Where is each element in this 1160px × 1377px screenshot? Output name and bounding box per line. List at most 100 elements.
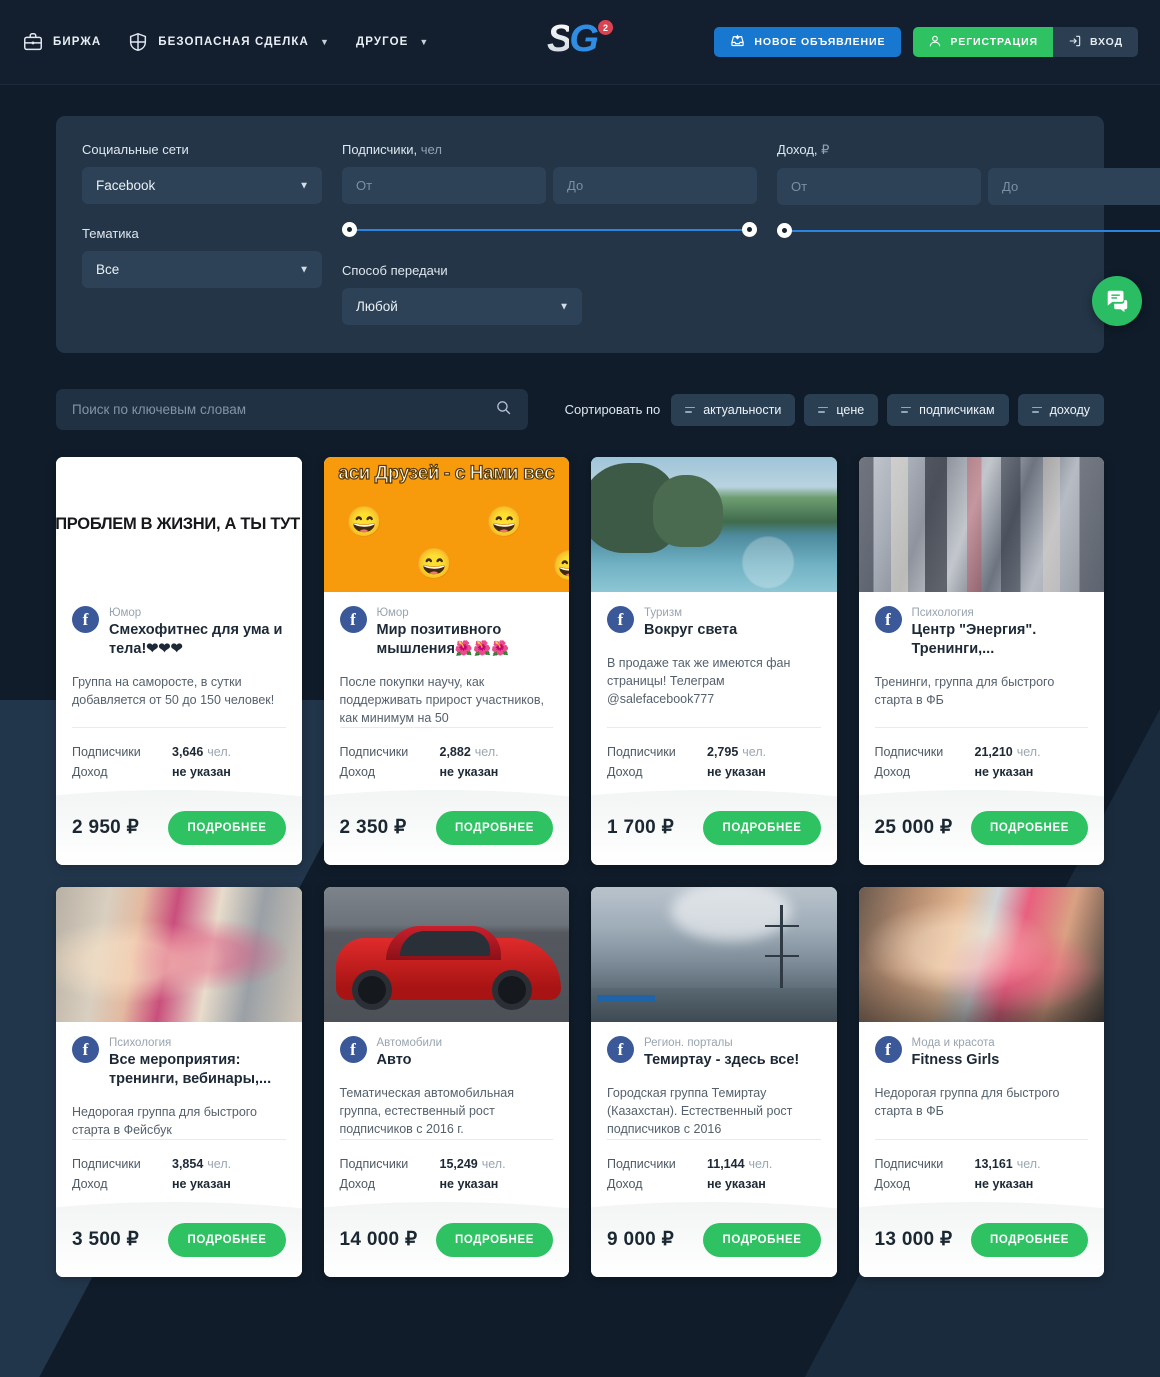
filter-subscribers-unit: чел xyxy=(420,142,442,157)
listing-card[interactable]: f Психология Все мероприятия: тренинги, … xyxy=(56,887,302,1277)
filter-income-label: Доход, ₽ xyxy=(777,142,1160,158)
listing-title[interactable]: Fitness Girls xyxy=(912,1051,1000,1070)
income-stat-value: не указан xyxy=(439,765,499,779)
listing-card[interactable]: f Автомобили Авто Тематическая автомобил… xyxy=(323,887,569,1277)
listing-title[interactable]: Центр "Энергия". Тренинги,... xyxy=(912,621,1089,659)
nav-item-exchange[interactable]: БИРЖА xyxy=(22,31,101,53)
subscribers-stat-key: Подписчики xyxy=(874,745,944,759)
income-stat-key: Доход xyxy=(607,1177,643,1191)
subscribers-stat-unit: чел. xyxy=(474,745,499,759)
search-input[interactable] xyxy=(72,402,495,417)
transfer-method-select[interactable]: Любой ▼ xyxy=(342,288,582,325)
filter-income-unit: ₽ xyxy=(821,142,830,157)
subscribers-stat-key: Подписчики xyxy=(72,745,141,759)
listing-image: аси Друзей - с Нами вес 😄 😄 😄 😄 xyxy=(323,457,569,592)
listing-card[interactable]: f Туризм Вокруг света В продаже так же и… xyxy=(591,457,837,865)
listing-card[interactable]: У ТЕБЯ СТОЛЬКО ПРОБЛЕМ В ЖИЗНИ, А ТЫ ТУТ… xyxy=(56,457,302,865)
sort-by-income-button[interactable]: доходу xyxy=(1017,393,1104,426)
income-stat: Доход не указан xyxy=(340,762,554,782)
income-stat-key: Доход xyxy=(874,765,911,779)
new-listing-button[interactable]: НОВОЕ ОБЪЯВЛЕНИЕ xyxy=(714,27,902,57)
social-network-select[interactable]: Facebook ▼ xyxy=(82,167,322,204)
auth-buttons: РЕГИСТРАЦИЯ ВХОД xyxy=(913,27,1138,57)
subscribers-to-input[interactable] xyxy=(553,167,757,204)
subscribers-stat-unit: чел. xyxy=(1016,745,1041,759)
facebook-icon: f xyxy=(339,606,367,633)
sort-label: Сортировать по xyxy=(564,402,661,417)
subscribers-stat-value: 13,161 xyxy=(974,1157,1013,1171)
listing-title[interactable]: Смехофитнес для ума и тела!❤❤❤ xyxy=(109,621,286,659)
smiley-icon: 😄 xyxy=(485,506,523,539)
slider-knob-min[interactable] xyxy=(342,222,357,237)
listing-title[interactable]: Вокруг света xyxy=(644,621,737,640)
listing-details-button[interactable]: ПОДРОБНЕЕ xyxy=(703,1222,821,1257)
subscribers-stat-value: 11,144 xyxy=(707,1157,745,1171)
sort-by-price-button[interactable]: цене xyxy=(804,393,879,426)
subscribers-stat: Подписчики 2,795 чел. xyxy=(607,742,821,762)
listing-details-button[interactable]: ПОДРОБНЕЕ xyxy=(970,810,1088,845)
listing-details-button[interactable]: ПОДРОБНЕЕ xyxy=(970,1222,1088,1257)
slider-knob-max[interactable] xyxy=(742,222,757,237)
search-box[interactable] xyxy=(56,389,528,430)
sort-by-subscribers-button[interactable]: подписчикам xyxy=(887,393,1009,426)
subscribers-stat-value: 21,210 xyxy=(974,745,1013,759)
listing-details-button[interactable]: ПОДРОБНЕЕ xyxy=(168,1222,286,1257)
listing-title[interactable]: Все мероприятия: тренинги, вебинары,... xyxy=(109,1051,286,1089)
subscribers-stat-value: 15,249 xyxy=(439,1157,478,1171)
nav-item-safe-deal[interactable]: БЕЗОПАСНАЯ СДЕЛКА ▼ xyxy=(127,31,330,53)
listing-card[interactable]: f Мода и красота Fitness Girls Недорогая… xyxy=(858,887,1104,1277)
listing-price: 9 000 ₽ xyxy=(607,1229,675,1250)
income-range-slider[interactable] xyxy=(777,221,1160,241)
user-icon xyxy=(928,34,942,51)
transfer-method-value: Любой xyxy=(356,299,398,314)
listing-card[interactable]: f Регион. порталы Темиртау - здесь все! … xyxy=(591,887,837,1277)
listing-card[interactable]: f Психология Центр "Энергия". Тренинги,.… xyxy=(858,457,1104,865)
chat-support-button[interactable] xyxy=(1092,276,1142,326)
listing-details-button[interactable]: ПОДРОБНЕЕ xyxy=(435,810,553,845)
listing-details-button[interactable]: ПОДРОБНЕЕ xyxy=(703,810,821,845)
sort-bars-icon xyxy=(818,406,829,413)
listing-category: Регион. порталы xyxy=(644,1037,733,1049)
nav-item-other[interactable]: ДРУГОЕ ▼ xyxy=(356,36,429,48)
listing-header: f Регион. порталы Темиртау - здесь все! xyxy=(607,1036,821,1070)
income-stat: Доход не указан xyxy=(875,1174,1089,1194)
listing-footer: 1 700 ₽ ПОДРОБНЕЕ xyxy=(591,790,837,865)
filter-income-label-text: Доход, xyxy=(777,142,818,157)
listing-footer: 13 000 ₽ ПОДРОБНЕЕ xyxy=(858,1202,1104,1277)
subscribers-from-input[interactable] xyxy=(342,167,546,204)
chevron-down-icon: ▼ xyxy=(319,37,330,47)
listing-image-text: У ТЕБЯ СТОЛЬКО ПРОБЛЕМ В ЖИЗНИ, А ТЫ ТУТ… xyxy=(56,515,302,533)
sort-bars-icon xyxy=(901,406,912,413)
rock-shape xyxy=(653,475,723,547)
income-to-input[interactable] xyxy=(988,168,1160,205)
income-stat: Доход не указан xyxy=(607,762,821,782)
login-arrow-icon xyxy=(1068,34,1082,51)
slider-knob-min[interactable] xyxy=(777,223,792,238)
listing-details-button[interactable]: ПОДРОБНЕЕ xyxy=(168,810,286,845)
filter-subscribers: Подписчики, чел xyxy=(342,142,757,241)
site-logo[interactable]: S G 2 xyxy=(547,18,613,61)
topic-select[interactable]: Все ▼ xyxy=(82,251,322,288)
income-from-input[interactable] xyxy=(777,168,981,205)
search-and-sort-row: Сортировать по актуальности цене подписч… xyxy=(56,389,1104,430)
listing-title[interactable]: Темиртау - здесь все! xyxy=(644,1051,799,1070)
building-shape xyxy=(591,988,837,1022)
listing-details-button[interactable]: ПОДРОБНЕЕ xyxy=(435,1222,553,1257)
listing-stats: Подписчики 3,646 чел. Доход не указан xyxy=(72,727,286,782)
listing-stats: Подписчики 2,882 чел. Доход не указан xyxy=(339,727,554,782)
listing-category: Автомобили xyxy=(376,1037,443,1049)
login-button[interactable]: ВХОД xyxy=(1052,27,1138,57)
search-icon[interactable] xyxy=(495,399,512,421)
listing-title[interactable]: Авто xyxy=(377,1051,443,1070)
income-stat-key: Доход xyxy=(72,765,108,779)
income-stat: Доход не указан xyxy=(72,1174,286,1194)
listing-title[interactable]: Мир позитивного мышления🌺🌺🌺 xyxy=(377,621,554,659)
register-button[interactable]: РЕГИСТРАЦИЯ xyxy=(913,27,1053,57)
filter-social-label: Социальные сети xyxy=(82,142,189,157)
listing-footer: 2 950 ₽ ПОДРОБНЕЕ xyxy=(56,790,302,865)
nav-item-safe-deal-label: БЕЗОПАСНАЯ СДЕЛКА xyxy=(158,36,309,48)
sort-by-relevance-button[interactable]: актуальности xyxy=(671,393,796,426)
subscribers-range-slider[interactable] xyxy=(342,220,757,240)
listing-body: f Юмор Мир позитивного мышления🌺🌺🌺 После… xyxy=(324,592,570,782)
listing-card[interactable]: аси Друзей - с Нами вес 😄 😄 😄 😄 f Юмор М… xyxy=(323,457,570,865)
